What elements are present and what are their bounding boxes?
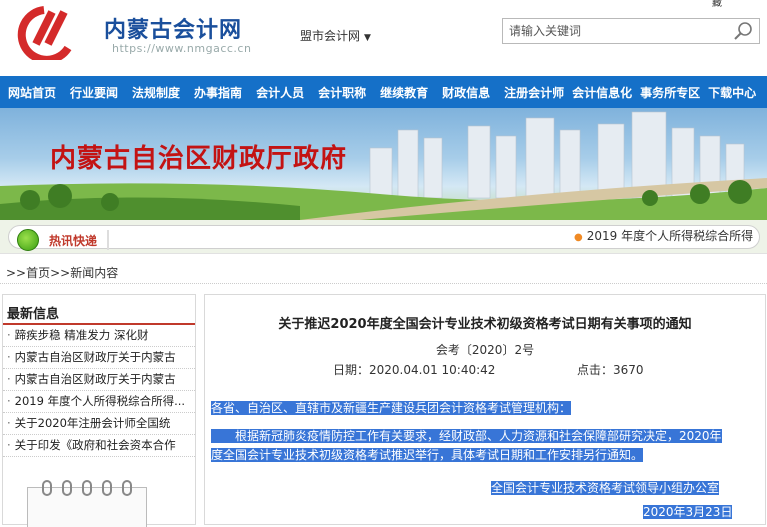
nav-item-informatization[interactable]: 会计信息化 [568, 84, 636, 101]
list-item[interactable]: · 内蒙古自治区财政厅关于内蒙古 [3, 369, 195, 391]
selected-text: 度全国会计专业技术初级资格考试推迟举行，具体考试日期和工作安排另行通知。 [211, 448, 644, 462]
ticker-circle-icon [17, 229, 39, 251]
list-item[interactable]: · 关于印发《政府和社会资本合作 [3, 435, 195, 457]
sidebar-title: 最新信息 [3, 295, 195, 325]
article-date: 日期：2020.04.01 10:40:42 [333, 361, 495, 378]
bullet-icon: · [7, 394, 11, 408]
article-sign-date: 2020年3月23日 [643, 503, 733, 520]
nav-item-cpa[interactable]: 注册会计师 [500, 84, 568, 101]
bullet-icon: · [7, 416, 11, 430]
article-body: 根据新冠肺炎疫情防控工作有关要求，经财政部、人力资源和社会保障部研究决定，202… [211, 427, 763, 465]
banner-title: 内蒙古自治区财政厅政府 [50, 144, 348, 174]
list-item-text: 内蒙古自治区财政厅关于内蒙古 [14, 372, 176, 386]
ticker-label: 热讯快递 [49, 234, 98, 248]
breadcrumb-sep: >> [6, 266, 27, 280]
banner-image: 内蒙古自治区财政厅政府 [0, 108, 767, 220]
search-input[interactable] [503, 19, 723, 43]
article-salutation: 各省、自治区、直辖市及新疆生产建设兵团会计资格考试管理机构： [211, 399, 572, 416]
bullet-icon: · [7, 350, 11, 364]
list-item-text: 关于2020年注册会计师全国统 [14, 416, 171, 430]
site-header: 藏 内蒙古会计网 https://www.nmgacc.cn 盟市会计网 ▼ [0, 0, 767, 76]
nav-item-home[interactable]: 网站首页 [4, 84, 60, 101]
ticker-item[interactable]: ● 2019 年度个人所得税综合所得 [574, 227, 753, 244]
nav-item-downloads[interactable]: 下载中心 [704, 84, 760, 101]
main-nav: 网站首页 行业要闻 法规制度 办事指南 会计人员 会计职称 继续教育 财政信息 … [0, 76, 767, 108]
nav-item-firms[interactable]: 事务所专区 [636, 84, 704, 101]
article-clicks: 点击：3670 [577, 361, 644, 378]
breadcrumb-sep: >> [50, 266, 71, 280]
selected-text: 根据新冠肺炎疫情防控工作有关要求，经财政部、人力资源和社会保障部研究决定，202… [211, 429, 722, 443]
ticker-item-text: 2019 年度个人所得税综合所得 [586, 229, 754, 243]
list-item[interactable]: · 关于2020年注册会计师全国统 [3, 413, 195, 435]
ticker-divider [107, 230, 109, 250]
list-item-text: 关于印发《政府和社会资本合作 [14, 438, 176, 452]
list-item[interactable]: · 蹄疾步稳 精准发力 深化财 [3, 325, 195, 347]
date-value: 2020.04.01 10:40:42 [369, 363, 496, 377]
selected-text: 全国会计专业技术资格考试领导小组办公室 [491, 481, 720, 495]
list-item[interactable]: · 2019 年度个人所得税综合所得... [3, 391, 195, 413]
selected-text: 2020年3月23日 [643, 505, 733, 519]
region-selector-label: 盟市会计网 [300, 29, 361, 43]
list-item-text: 2019 年度个人所得税综合所得... [14, 394, 186, 408]
date-label: 日期： [333, 363, 370, 377]
nav-item-titles[interactable]: 会计职称 [314, 84, 370, 101]
clicks-value: 3670 [613, 363, 644, 377]
ticker-bullet-icon: ● [574, 232, 583, 243]
selected-text: 各省、自治区、直辖市及新疆生产建设兵团会计资格考试管理机构： [211, 401, 572, 415]
latest-info-panel: 最新信息 · 蹄疾步稳 精准发力 深化财 · 内蒙古自治区财政厅关于内蒙古 · 内蒙古… [2, 294, 196, 527]
nav-item-finance-info[interactable]: 财政信息 [438, 84, 494, 101]
ring-icon [122, 480, 132, 496]
search-box [502, 18, 760, 44]
bullet-icon: · [7, 438, 11, 452]
article-panel: 关于推迟2020年度全国会计专业技术初级资格考试日期有关事项的通知 会考〔202… [204, 294, 766, 525]
ring-icon [62, 480, 72, 496]
list-item-text: 内蒙古自治区财政厅关于内蒙古 [14, 350, 176, 364]
article-signature: 全国会计专业技术资格考试领导小组办公室 [491, 479, 720, 496]
nav-item-education[interactable]: 继续教育 [376, 84, 432, 101]
region-selector[interactable]: 盟市会计网 ▼ [300, 27, 371, 44]
breadcrumb: >>首页>>新闻内容 [0, 262, 767, 284]
article-doc-number: 会考〔2020〕2号 [435, 343, 535, 357]
article-title: 关于推迟2020年度全国会计专业技术初级资格考试日期有关事项的通知 [278, 317, 692, 332]
breadcrumb-home-link[interactable]: 首页 [26, 266, 50, 280]
search-icon[interactable] [733, 21, 755, 41]
list-item[interactable]: · 内蒙古自治区财政厅关于内蒙古 [3, 347, 195, 369]
caret-down-icon: ▼ [364, 33, 371, 43]
latest-info-list: · 蹄疾步稳 精准发力 深化财 · 内蒙古自治区财政厅关于内蒙古 · 内蒙古自治区财政… [3, 325, 195, 457]
clicks-label: 点击： [577, 363, 614, 377]
corner-text: 藏 [712, 0, 722, 9]
logo-url: https://www.nmgacc.cn [112, 42, 252, 55]
breadcrumb-current: 新闻内容 [70, 266, 119, 280]
logo-title[interactable]: 内蒙古会计网 [104, 12, 242, 44]
logo-icon[interactable] [8, 4, 80, 60]
nav-item-accountants[interactable]: 会计人员 [252, 84, 308, 101]
nav-item-regulations[interactable]: 法规制度 [128, 84, 184, 101]
ring-icon [102, 480, 112, 496]
list-item-text: 蹄疾步稳 精准发力 深化财 [14, 328, 149, 342]
ring-icon [82, 480, 92, 496]
ring-icon [42, 480, 52, 496]
bullet-icon: · [7, 372, 11, 386]
notebook-icon [27, 480, 147, 527]
nav-item-news[interactable]: 行业要闻 [66, 84, 122, 101]
nav-item-guide[interactable]: 办事指南 [190, 84, 246, 101]
bullet-icon: · [7, 328, 11, 342]
